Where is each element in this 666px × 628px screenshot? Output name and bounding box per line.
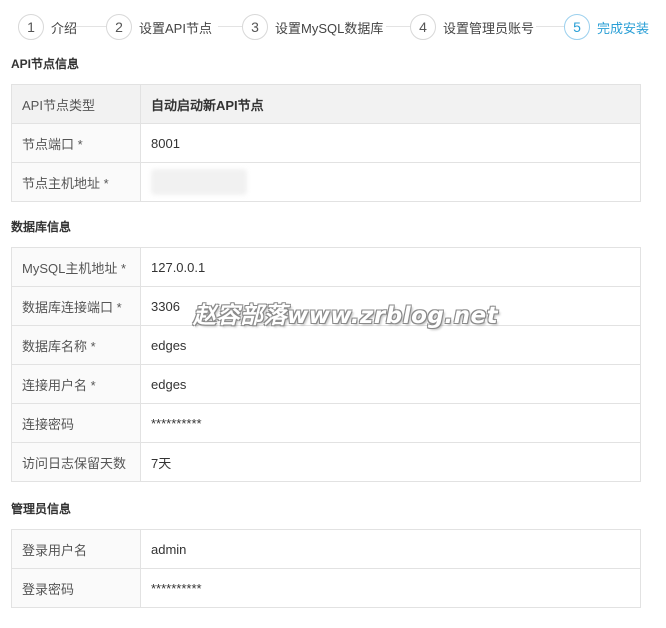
row-label: 登录密码 — [11, 568, 141, 608]
row-value-redacted — [140, 162, 641, 202]
row-value: edges — [140, 325, 641, 365]
db-info-table: MySQL主机地址 * 127.0.0.1 数据库连接端口 * 3306 数据库… — [11, 247, 641, 482]
step-number: 5 — [564, 14, 590, 40]
row-label: API节点类型 — [11, 84, 141, 124]
row-label: 节点端口 * — [11, 123, 141, 163]
table-row: API节点类型 自动启动新API节点 — [11, 84, 641, 124]
row-label: 数据库连接端口 * — [11, 286, 141, 326]
row-value: ********** — [140, 568, 641, 608]
row-label: 连接密码 — [11, 403, 141, 443]
table-row: 登录用户名 admin — [11, 529, 641, 569]
row-value: edges — [140, 364, 641, 404]
table-row: 节点端口 * 8001 — [11, 123, 641, 163]
step-label: 设置MySQL数据库 — [275, 20, 384, 36]
row-value: ********** — [140, 403, 641, 443]
row-label: 节点主机地址 * — [11, 162, 141, 202]
step-connector — [536, 26, 564, 27]
section-title-admin: 管理员信息 — [11, 502, 72, 516]
step-number: 2 — [106, 14, 132, 40]
table-row: 连接用户名 * edges — [11, 364, 641, 404]
row-value: 自动启动新API节点 — [140, 84, 641, 124]
table-row: 数据库名称 * edges — [11, 325, 641, 365]
table-row: 连接密码 ********** — [11, 403, 641, 443]
row-label: 连接用户名 * — [11, 364, 141, 404]
row-value: 8001 — [140, 123, 641, 163]
step-label: 完成安装 — [597, 20, 650, 36]
section-title-api: API节点信息 — [11, 57, 80, 71]
row-label: 登录用户名 — [11, 529, 141, 569]
table-row: 节点主机地址 * — [11, 162, 641, 202]
row-value: 127.0.0.1 — [140, 247, 641, 287]
step-number: 1 — [18, 14, 44, 40]
step-label: 设置管理员账号 — [443, 20, 535, 36]
row-value: 7天 — [140, 442, 641, 482]
step-number: 4 — [410, 14, 436, 40]
table-row: MySQL主机地址 * 127.0.0.1 — [11, 247, 641, 287]
step-admin-account: 4 设置管理员账号 — [410, 12, 534, 42]
install-steps: 1 介绍 2 设置API节点 3 设置MySQL数据库 4 设置管理员账号 5 … — [12, 12, 652, 42]
step-connector — [218, 26, 242, 27]
section-title-db: 数据库信息 — [11, 220, 72, 234]
step-finish: 5 完成安装 — [564, 12, 649, 42]
row-label: 数据库名称 * — [11, 325, 141, 365]
watermark: 赵容部落www.zrblog.net — [193, 303, 499, 329]
api-info-table: API节点类型 自动启动新API节点 节点端口 * 8001 节点主机地址 * — [11, 84, 641, 202]
table-row: 登录密码 ********** — [11, 568, 641, 608]
step-api-node: 2 设置API节点 — [106, 12, 212, 42]
table-row: 访问日志保留天数 7天 — [11, 442, 641, 482]
step-intro: 1 介绍 — [18, 12, 77, 42]
step-connector — [386, 26, 410, 27]
step-number: 3 — [242, 14, 268, 40]
step-label: 介绍 — [51, 20, 78, 36]
row-label: MySQL主机地址 * — [11, 247, 141, 287]
redacted-host — [151, 169, 247, 195]
step-mysql: 3 设置MySQL数据库 — [242, 12, 383, 42]
row-value: admin — [140, 529, 641, 569]
admin-info-table: 登录用户名 admin 登录密码 ********** — [11, 529, 641, 608]
row-label: 访问日志保留天数 — [11, 442, 141, 482]
step-label: 设置API节点 — [139, 20, 212, 36]
step-connector — [74, 26, 106, 27]
